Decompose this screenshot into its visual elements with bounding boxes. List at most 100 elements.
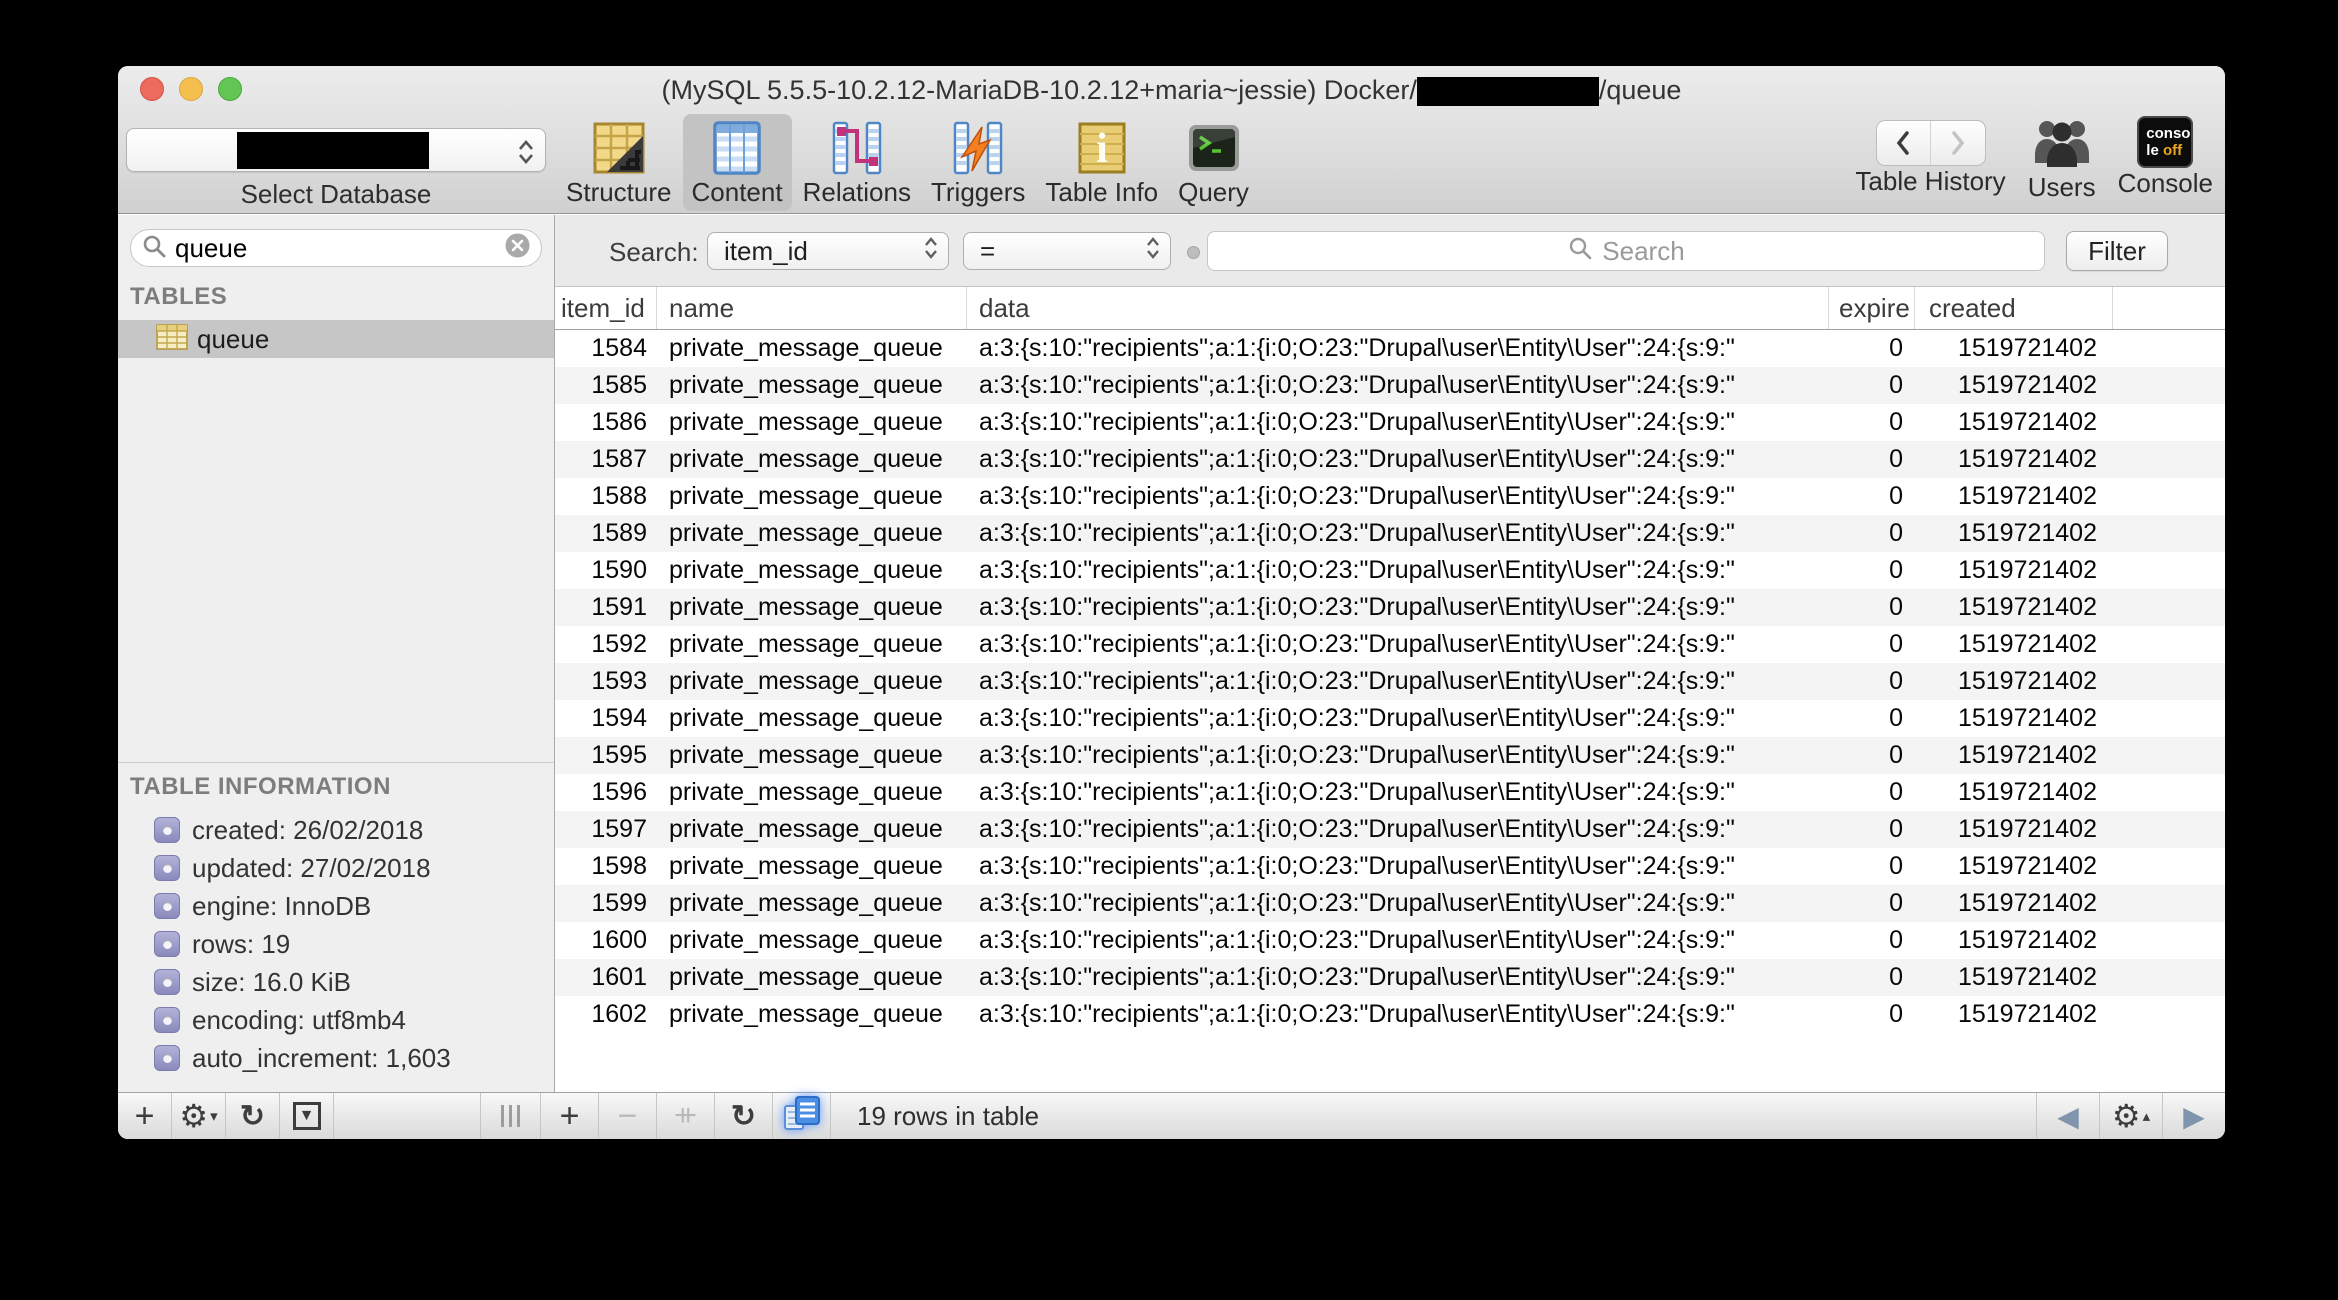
- cell-data[interactable]: a:3:{s:10:"recipients";a:1:{i:0;O:23:"Dr…: [967, 963, 1829, 992]
- cell-name[interactable]: private_message_queue: [657, 334, 967, 363]
- cell-item-id[interactable]: 1586: [555, 408, 657, 437]
- cell-item-id[interactable]: 1589: [555, 519, 657, 548]
- tab-query[interactable]: Query: [1169, 114, 1258, 211]
- cell-created[interactable]: 1519721402: [1915, 445, 2113, 474]
- table-row[interactable]: 1600 private_message_queue a:3:{s:10:"re…: [555, 922, 2225, 959]
- column-header-name[interactable]: name: [657, 287, 967, 329]
- console-group[interactable]: conso le off Console: [2118, 114, 2213, 199]
- clear-search-icon[interactable]: [504, 232, 531, 264]
- cell-created[interactable]: 1519721402: [1915, 630, 2113, 659]
- add-row-button[interactable]: +: [541, 1093, 599, 1139]
- table-row[interactable]: 1586 private_message_queue a:3:{s:10:"re…: [555, 404, 2225, 441]
- table-row[interactable]: 1585 private_message_queue a:3:{s:10:"re…: [555, 367, 2225, 404]
- cell-name[interactable]: private_message_queue: [657, 445, 967, 474]
- zoom-window-button[interactable]: [218, 77, 242, 101]
- table-row[interactable]: 1587 private_message_queue a:3:{s:10:"re…: [555, 441, 2225, 478]
- column-header-created[interactable]: created: [1915, 287, 2113, 329]
- cell-data[interactable]: a:3:{s:10:"recipients";a:1:{i:0;O:23:"Dr…: [967, 741, 1829, 770]
- cell-item-id[interactable]: 1593: [555, 667, 657, 696]
- cell-item-id[interactable]: 1597: [555, 815, 657, 844]
- cell-item-id[interactable]: 1595: [555, 741, 657, 770]
- tab-content[interactable]: Content: [683, 114, 792, 211]
- cell-item-id[interactable]: 1596: [555, 778, 657, 807]
- cell-item-id[interactable]: 1588: [555, 482, 657, 511]
- cell-data[interactable]: a:3:{s:10:"recipients";a:1:{i:0;O:23:"Dr…: [967, 445, 1829, 474]
- cell-name[interactable]: private_message_queue: [657, 963, 967, 992]
- cell-name[interactable]: private_message_queue: [657, 704, 967, 733]
- cell-data[interactable]: a:3:{s:10:"recipients";a:1:{i:0;O:23:"Dr…: [967, 556, 1829, 585]
- cell-created[interactable]: 1519721402: [1915, 1000, 2113, 1029]
- cell-created[interactable]: 1519721402: [1915, 667, 2113, 696]
- table-row[interactable]: 1592 private_message_queue a:3:{s:10:"re…: [555, 626, 2225, 663]
- sidebar-toggle-button[interactable]: ▼: [280, 1093, 334, 1139]
- cell-data[interactable]: a:3:{s:10:"recipients";a:1:{i:0;O:23:"Dr…: [967, 371, 1829, 400]
- cell-name[interactable]: private_message_queue: [657, 741, 967, 770]
- cell-data[interactable]: a:3:{s:10:"recipients";a:1:{i:0;O:23:"Dr…: [967, 778, 1829, 807]
- cell-data[interactable]: a:3:{s:10:"recipients";a:1:{i:0;O:23:"Dr…: [967, 408, 1829, 437]
- cell-item-id[interactable]: 1587: [555, 445, 657, 474]
- cell-item-id[interactable]: 1584: [555, 334, 657, 363]
- cell-item-id[interactable]: 1601: [555, 963, 657, 992]
- cell-data[interactable]: a:3:{s:10:"recipients";a:1:{i:0;O:23:"Dr…: [967, 926, 1829, 955]
- cell-created[interactable]: 1519721402: [1915, 556, 2113, 585]
- cell-item-id[interactable]: 1585: [555, 371, 657, 400]
- cell-name[interactable]: private_message_queue: [657, 408, 967, 437]
- cell-expire[interactable]: 0: [1829, 704, 1915, 733]
- add-table-button[interactable]: +: [118, 1093, 172, 1139]
- cell-name[interactable]: private_message_queue: [657, 593, 967, 622]
- table-row[interactable]: 1593 private_message_queue a:3:{s:10:"re…: [555, 663, 2225, 700]
- database-popup-button[interactable]: [126, 128, 546, 172]
- cell-name[interactable]: private_message_queue: [657, 482, 967, 511]
- cell-expire[interactable]: 0: [1829, 593, 1915, 622]
- history-back-button[interactable]: [1877, 121, 1932, 165]
- table-row[interactable]: 1591 private_message_queue a:3:{s:10:"re…: [555, 589, 2225, 626]
- cell-data[interactable]: a:3:{s:10:"recipients";a:1:{i:0;O:23:"Dr…: [967, 1000, 1829, 1029]
- splitter-drag-handle[interactable]: [481, 1093, 541, 1139]
- cell-data[interactable]: a:3:{s:10:"recipients";a:1:{i:0;O:23:"Dr…: [967, 889, 1829, 918]
- cell-item-id[interactable]: 1594: [555, 704, 657, 733]
- cell-data[interactable]: a:3:{s:10:"recipients";a:1:{i:0;O:23:"Dr…: [967, 482, 1829, 511]
- filter-operator-popup[interactable]: =: [963, 232, 1171, 270]
- edit-popup-button[interactable]: [773, 1093, 831, 1139]
- cell-data[interactable]: a:3:{s:10:"recipients";a:1:{i:0;O:23:"Dr…: [967, 667, 1829, 696]
- table-row[interactable]: 1596 private_message_queue a:3:{s:10:"re…: [555, 774, 2225, 811]
- table-row[interactable]: 1590 private_message_queue a:3:{s:10:"re…: [555, 552, 2225, 589]
- cell-expire[interactable]: 0: [1829, 963, 1915, 992]
- cell-name[interactable]: private_message_queue: [657, 519, 967, 548]
- cell-name[interactable]: private_message_queue: [657, 889, 967, 918]
- cell-created[interactable]: 1519721402: [1915, 741, 2113, 770]
- table-row[interactable]: 1589 private_message_queue a:3:{s:10:"re…: [555, 515, 2225, 552]
- cell-expire[interactable]: 0: [1829, 667, 1915, 696]
- cell-item-id[interactable]: 1590: [555, 556, 657, 585]
- cell-created[interactable]: 1519721402: [1915, 334, 2113, 363]
- table-row[interactable]: 1597 private_message_queue a:3:{s:10:"re…: [555, 811, 2225, 848]
- table-row[interactable]: 1599 private_message_queue a:3:{s:10:"re…: [555, 885, 2225, 922]
- cell-created[interactable]: 1519721402: [1915, 815, 2113, 844]
- cell-expire[interactable]: 0: [1829, 519, 1915, 548]
- table-filter-search-input[interactable]: queue: [130, 229, 542, 267]
- cell-expire[interactable]: 0: [1829, 371, 1915, 400]
- content-search-input[interactable]: Search: [1207, 231, 2045, 271]
- cell-item-id[interactable]: 1599: [555, 889, 657, 918]
- users-group[interactable]: Users: [2028, 114, 2096, 203]
- cell-expire[interactable]: 0: [1829, 334, 1915, 363]
- cell-item-id[interactable]: 1600: [555, 926, 657, 955]
- refresh-tables-button[interactable]: ↻: [226, 1093, 280, 1139]
- cell-name[interactable]: private_message_queue: [657, 556, 967, 585]
- cell-created[interactable]: 1519721402: [1915, 778, 2113, 807]
- column-header-expire[interactable]: expire: [1829, 287, 1915, 329]
- pagination-menu-button[interactable]: ⚙▴: [2099, 1093, 2162, 1139]
- cell-expire[interactable]: 0: [1829, 556, 1915, 585]
- cell-name[interactable]: private_message_queue: [657, 778, 967, 807]
- cell-created[interactable]: 1519721402: [1915, 704, 2113, 733]
- close-window-button[interactable]: [140, 77, 164, 101]
- cell-expire[interactable]: 0: [1829, 482, 1915, 511]
- cell-data[interactable]: a:3:{s:10:"recipients";a:1:{i:0;O:23:"Dr…: [967, 704, 1829, 733]
- cell-item-id[interactable]: 1598: [555, 852, 657, 881]
- history-forward-button[interactable]: [1931, 121, 1985, 165]
- previous-page-button[interactable]: ◀: [2036, 1093, 2099, 1139]
- table-actions-button[interactable]: ⚙▾: [172, 1093, 226, 1139]
- cell-item-id[interactable]: 1591: [555, 593, 657, 622]
- table-row[interactable]: 1588 private_message_queue a:3:{s:10:"re…: [555, 478, 2225, 515]
- table-row[interactable]: 1584 private_message_queue a:3:{s:10:"re…: [555, 330, 2225, 367]
